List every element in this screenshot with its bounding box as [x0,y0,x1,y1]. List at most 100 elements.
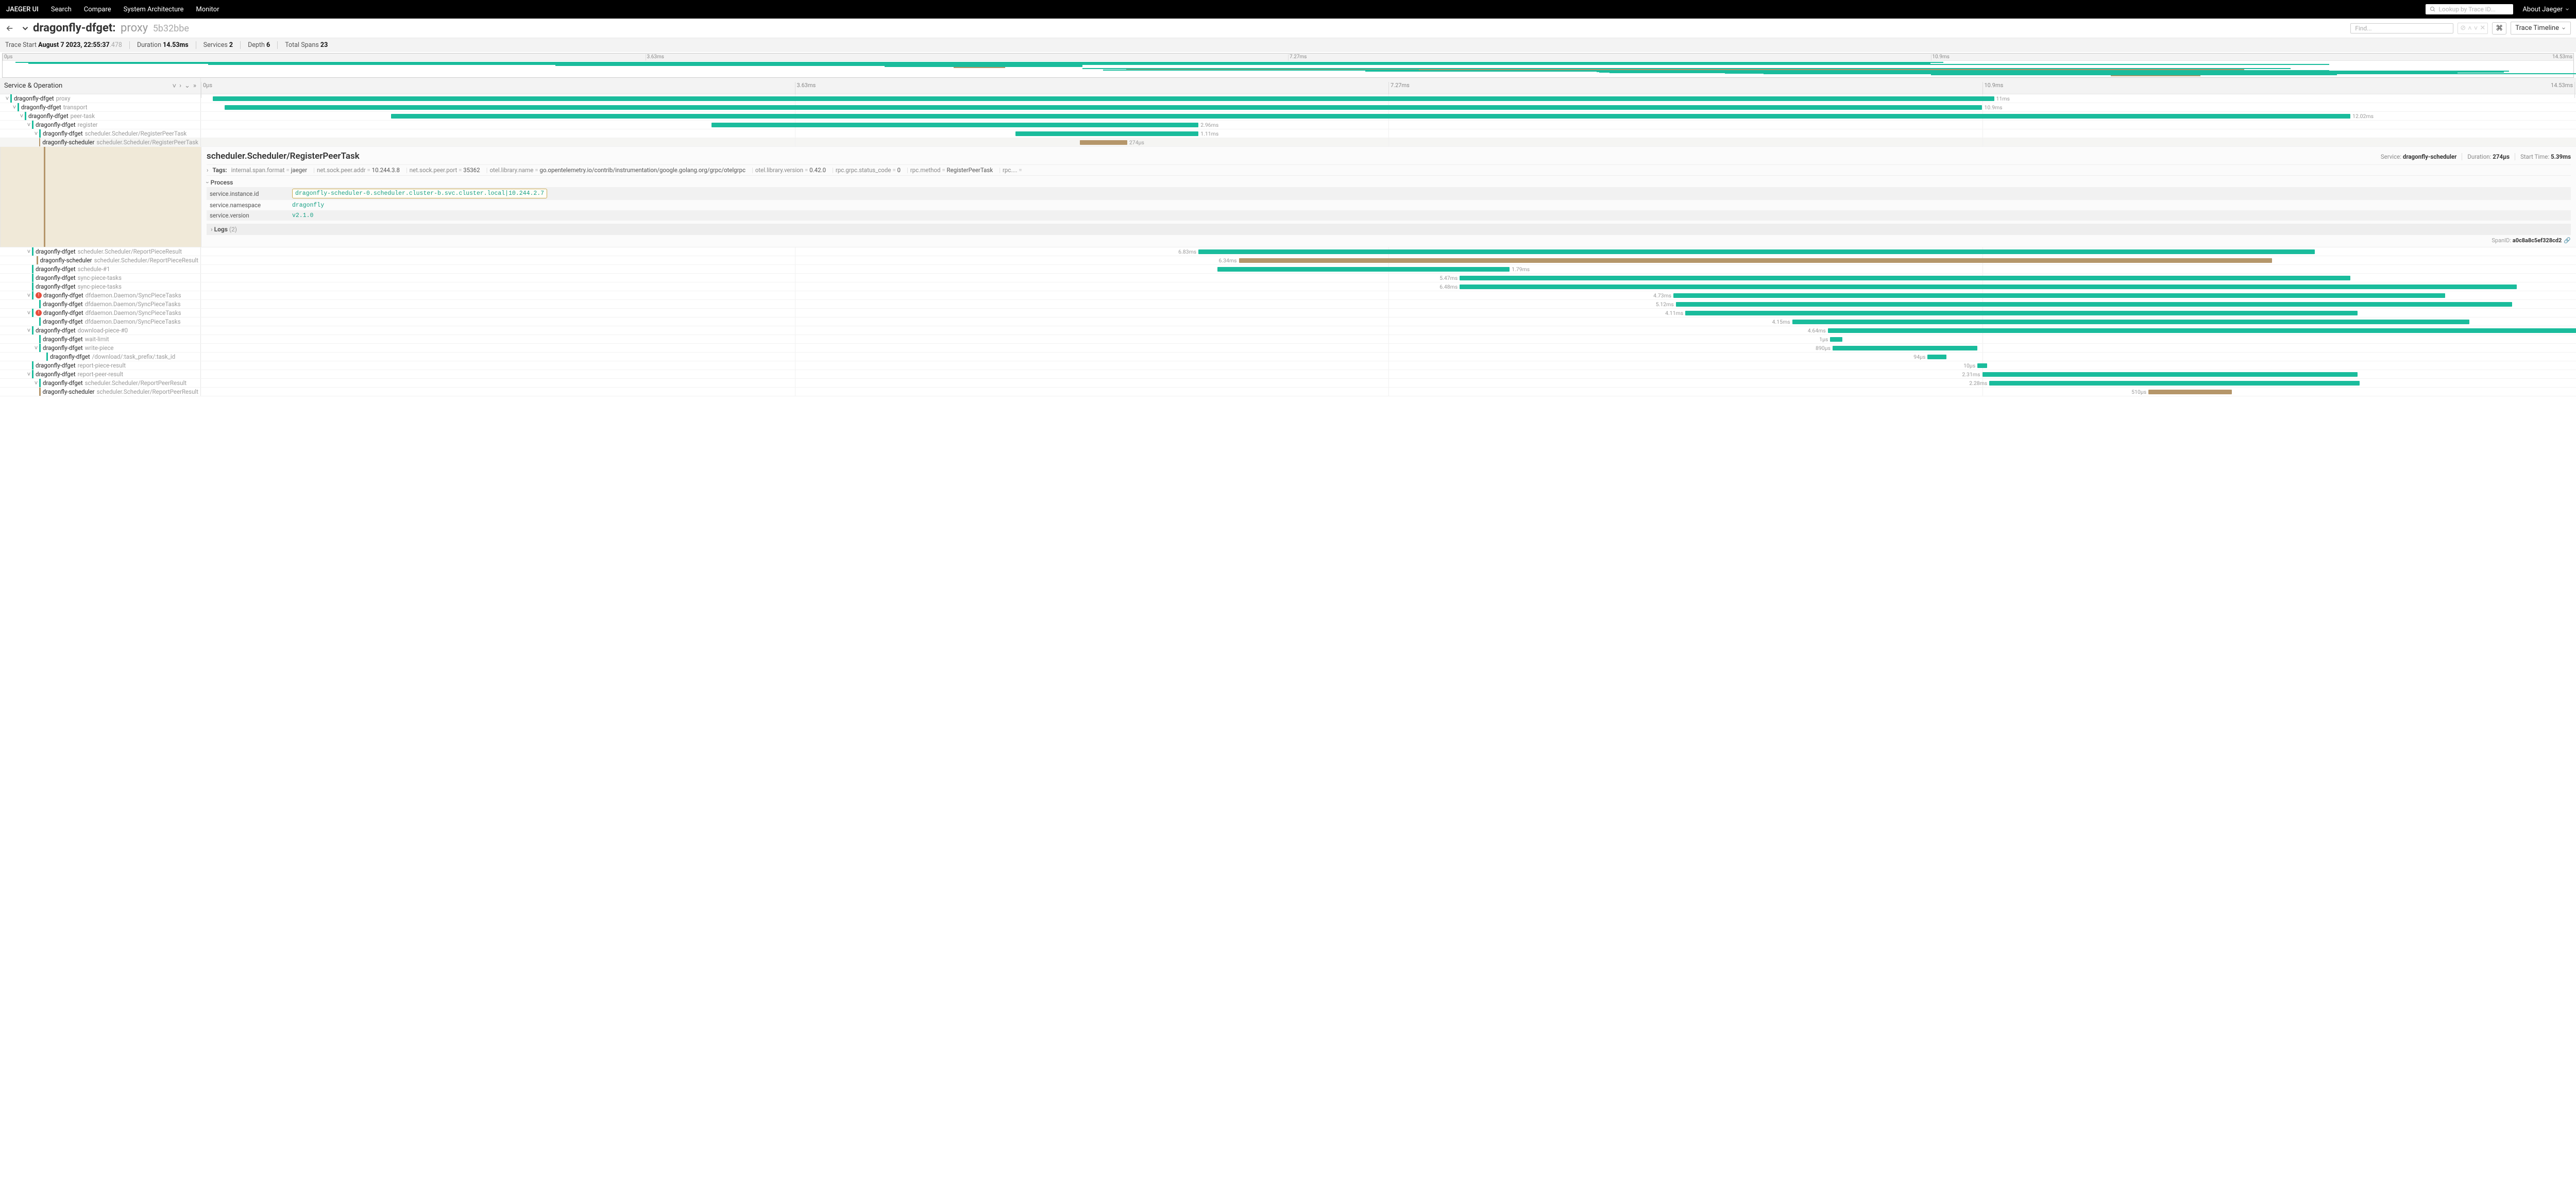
span-tree-cell[interactable]: ˅!dragonfly-dfgetdfdaemon.Daemon/SyncPie… [0,291,201,299]
span-row[interactable]: ˅dragonfly-dfgetpeer-task12.02ms [0,112,2576,121]
caret-icon[interactable]: ˅ [11,104,18,111]
span-tree-cell[interactable]: ˅dragonfly-dfgetscheduler.Scheduler/Repo… [0,247,201,256]
tree-collapse-double-down-icon[interactable]: ⌄ [184,82,190,90]
span-tree-cell[interactable]: ˅dragonfly-dfgetpeer-task [0,112,201,120]
span-bar-cell[interactable]: 10.9ms [201,103,2576,111]
caret-icon[interactable]: ˅ [26,371,32,378]
nav-monitor[interactable]: Monitor [196,6,219,13]
caret-icon[interactable]: ˅ [26,248,32,255]
find-close-icon[interactable]: ✕ [2480,24,2485,32]
span-bar-cell[interactable]: 890µs [201,344,2576,352]
span-row[interactable]: ˅dragonfly-dfgetscheduler.Scheduler/Repo… [0,247,2576,256]
span-row[interactable]: ˅dragonfly-dfgetreport-peer-result2.31ms [0,370,2576,379]
span-tree-cell[interactable]: ˅!dragonfly-dfgetdfdaemon.Daemon/SyncPie… [0,309,201,317]
span-tree-cell[interactable]: ˅dragonfly-dfgetregister [0,121,201,129]
nav-compare[interactable]: Compare [84,6,111,13]
brand[interactable]: JAEGER UI [6,6,39,13]
span-row[interactable]: ˅!dragonfly-dfgetdfdaemon.Daemon/SyncPie… [0,291,2576,300]
back-button[interactable] [5,24,14,33]
span-bar-cell[interactable]: 94µs [201,353,2576,361]
detail-tags[interactable]: › Tags: internal.span.format = jaeger|ne… [207,164,2571,176]
span-row[interactable]: ˅dragonfly-dfgetdownload-piece-#04.64ms [0,326,2576,335]
span-tree-cell[interactable]: dragonfly-schedulerscheduler.Scheduler/R… [0,388,201,396]
span-tree-cell[interactable]: ˅dragonfly-dfgettransport [0,103,201,111]
find-down-icon[interactable]: ˅ [2474,24,2478,32]
tree-collapse-double-right-icon[interactable]: » [193,82,196,90]
span-tree-cell[interactable]: ˅dragonfly-dfgetscheduler.Scheduler/Repo… [0,379,201,387]
span-row[interactable]: ˅dragonfly-dfgetproxy11ms [0,94,2576,103]
span-bar-cell[interactable]: 4.11ms [201,309,2576,317]
tree-collapse-right-icon[interactable]: › [179,82,181,90]
span-row[interactable]: ˅dragonfly-dfgetwrite-piece890µs [0,344,2576,353]
span-bar-cell[interactable]: 6.34ms [201,256,2576,264]
caret-icon[interactable]: ˅ [26,292,32,299]
span-bar-cell[interactable]: 4.15ms [201,317,2576,326]
span-tree-cell[interactable]: ˅dragonfly-dfgetscheduler.Scheduler/Regi… [0,129,201,138]
span-row[interactable]: dragonfly-schedulerscheduler.Scheduler/R… [0,138,2576,147]
span-bar-cell[interactable]: 5.47ms [201,274,2576,282]
nav-architecture[interactable]: System Architecture [124,6,184,13]
trace-minimap[interactable]: 0µs 3.63ms 7.27ms 10.9ms 14.53ms [2,53,2574,78]
span-row[interactable]: dragonfly-schedulerscheduler.Scheduler/R… [0,256,2576,265]
find-up-icon[interactable]: ˄ [2468,24,2472,32]
about-menu[interactable]: About Jaeger [2522,6,2570,13]
span-tree-cell[interactable]: ˅dragonfly-dfgetreport-peer-result [0,370,201,378]
find-input[interactable]: Find... [2350,23,2453,34]
process-header[interactable]: ›Process [207,176,2571,187]
span-bar-cell[interactable]: 1.11ms [201,129,2576,138]
span-bar-cell[interactable]: 10µs [201,361,2576,370]
span-tree-cell[interactable]: dragonfly-dfgetdfdaemon.Daemon/SyncPiece… [0,300,201,308]
keyboard-shortcut-button[interactable]: ⌘ [2492,22,2506,35]
logs-toggle[interactable]: › Logs (2) [207,224,2571,235]
span-row[interactable]: dragonfly-dfget/download/:task_prefix/:t… [0,353,2576,361]
span-row[interactable]: ˅dragonfly-dfgettransport10.9ms [0,103,2576,112]
span-tree-cell[interactable]: ˅dragonfly-dfgetdownload-piece-#0 [0,326,201,335]
span-tree-cell[interactable]: ˅dragonfly-dfgetproxy [0,94,201,103]
span-tree-cell[interactable]: dragonfly-dfgetreport-piece-result [0,361,201,370]
span-tree-cell[interactable]: dragonfly-dfgetschedule-#1 [0,265,201,273]
caret-icon[interactable]: ˅ [33,344,39,352]
caret-icon[interactable]: ˅ [19,112,25,120]
span-bar-cell[interactable]: 1.79ms [201,265,2576,273]
span-row[interactable]: ˅dragonfly-dfgetscheduler.Scheduler/Regi… [0,129,2576,138]
caret-icon[interactable]: ˅ [33,379,39,387]
span-row[interactable]: dragonfly-dfgetwait-limit1µs [0,335,2576,344]
span-row[interactable]: ˅dragonfly-dfgetscheduler.Scheduler/Repo… [0,379,2576,388]
span-bar-cell[interactable]: 2.28ms [201,379,2576,387]
span-row[interactable]: ˅!dragonfly-dfgetdfdaemon.Daemon/SyncPie… [0,309,2576,317]
span-bar-cell[interactable]: 4.64ms [201,326,2576,335]
span-tree-cell[interactable]: dragonfly-dfgetdfdaemon.Daemon/SyncPiece… [0,317,201,326]
link-icon[interactable]: 🔗 [2564,237,2571,244]
span-tree-cell[interactable]: dragonfly-dfgetsync-piece-tasks [0,282,201,291]
caret-icon[interactable]: ˅ [4,95,10,102]
span-bar-cell[interactable]: 2.96ms [201,121,2576,129]
span-tree-cell[interactable]: dragonfly-schedulerscheduler.Scheduler/R… [0,138,201,146]
span-row[interactable]: dragonfly-dfgetreport-piece-result10µs [0,361,2576,370]
span-row[interactable]: dragonfly-schedulerscheduler.Scheduler/R… [0,388,2576,396]
caret-icon[interactable]: ˅ [26,309,32,316]
span-row[interactable]: dragonfly-dfgetsync-piece-tasks6.48ms [0,282,2576,291]
span-tree-cell[interactable]: dragonfly-schedulerscheduler.Scheduler/R… [0,256,201,264]
caret-icon[interactable]: ˅ [33,130,39,137]
span-bar-cell[interactable]: 274µs [201,138,2576,146]
lookup-input[interactable]: Lookup by Trace ID... [2426,4,2513,14]
span-bar-cell[interactable]: 12.02ms [201,112,2576,120]
span-bar-cell[interactable]: 2.31ms [201,370,2576,378]
nav-search[interactable]: Search [51,6,72,13]
tree-collapse-down-icon[interactable]: ˅ [173,82,177,90]
caret-icon[interactable]: ˅ [26,327,32,334]
span-bar-cell[interactable]: 11ms [201,94,2576,103]
span-tree-cell[interactable]: dragonfly-dfget/download/:task_prefix/:t… [0,353,201,361]
span-bar-cell[interactable]: 6.83ms [201,247,2576,256]
span-tree-cell[interactable]: ˅dragonfly-dfgetwrite-piece [0,344,201,352]
span-bar-cell[interactable]: 510µs [201,388,2576,396]
span-tree-cell[interactable]: dragonfly-dfgetwait-limit [0,335,201,343]
find-cancel-icon[interactable]: ⊘ [2460,24,2466,32]
caret-icon[interactable]: ˅ [26,121,32,128]
span-row[interactable]: ˅dragonfly-dfgetregister2.96ms [0,121,2576,129]
span-row[interactable]: dragonfly-dfgetsync-piece-tasks5.47ms [0,274,2576,282]
span-row[interactable]: dragonfly-dfgetdfdaemon.Daemon/SyncPiece… [0,317,2576,326]
view-mode-select[interactable]: Trace Timeline [2511,22,2571,35]
span-row[interactable]: dragonfly-dfgetdfdaemon.Daemon/SyncPiece… [0,300,2576,309]
span-bar-cell[interactable]: 4.73ms [201,291,2576,299]
